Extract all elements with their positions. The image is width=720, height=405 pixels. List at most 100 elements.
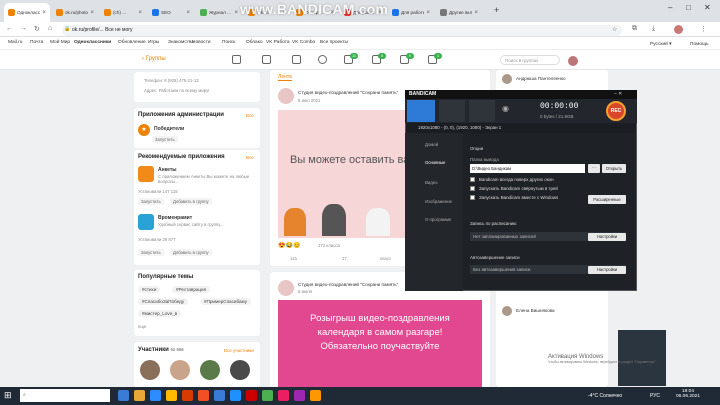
messages-icon[interactable] [232, 55, 241, 64]
app-name[interactable]: Анкеты [158, 167, 177, 173]
member-avatar[interactable] [140, 360, 160, 380]
tab[interactable]: ok.ru/photos × [52, 3, 98, 22]
bookmark-item[interactable]: Обновление [118, 40, 146, 45]
menu-icon[interactable]: ⋮ [700, 25, 707, 33]
close-icon[interactable]: ✕ [704, 3, 711, 12]
post-image[interactable]: Розыгрыш видео-поздравления календаря в … [278, 300, 482, 387]
advanced-button[interactable]: Расширенные [588, 195, 626, 204]
tab-close-icon[interactable]: × [474, 10, 478, 16]
screen-mode-icon[interactable] [407, 100, 435, 122]
rec-button[interactable]: REC [606, 101, 626, 121]
taskbar-app-icon[interactable] [166, 390, 177, 401]
taskbar-app-icon[interactable] [262, 390, 273, 401]
run-on-startup-checkbox[interactable] [470, 195, 475, 200]
app-name[interactable]: Вроменрамит [158, 215, 192, 221]
taskbar-app-icon[interactable] [118, 390, 129, 401]
bookmark-item[interactable]: Знакомства [168, 40, 194, 45]
new-tab-button[interactable]: + [494, 5, 499, 15]
tab[interactable]: Журнал ... × [196, 3, 242, 22]
tab-close-icon[interactable]: × [426, 10, 430, 16]
notifications-icon[interactable] [292, 55, 301, 64]
browse-button[interactable]: ... [588, 164, 600, 173]
game-mode-icon[interactable] [439, 100, 465, 122]
author-avatar[interactable] [278, 280, 294, 296]
taskbar-search[interactable]: ⌕ [20, 389, 110, 402]
tab-close-icon[interactable]: × [186, 10, 190, 16]
bookmark-item[interactable]: Игры [148, 40, 159, 45]
launch-button[interactable]: Запустить [152, 136, 178, 143]
schedule-settings-button[interactable]: Настройки [588, 233, 626, 241]
bandicam-close-icon[interactable]: – ✕ [614, 91, 622, 97]
forward-icon[interactable]: → [20, 25, 27, 32]
sidebar-item-about[interactable]: О программе [425, 217, 451, 222]
tab-close-icon[interactable]: × [138, 10, 142, 16]
tab[interactable]: Одноклассники× [4, 3, 50, 22]
taskbar-app-icon[interactable] [134, 390, 145, 401]
bookmark-item[interactable]: Мой Мир [50, 40, 70, 45]
start-icon[interactable]: ⊞ [4, 390, 15, 401]
sidebar-item-general[interactable]: Основные [425, 160, 445, 165]
app-name[interactable]: Победители [154, 126, 184, 132]
tab-close-icon[interactable]: × [42, 10, 46, 16]
language-select[interactable]: Русский ▾ [650, 42, 672, 47]
bookmark-item[interactable]: VK Работа [266, 40, 290, 45]
bookmark-item[interactable]: VK Combo [292, 40, 315, 45]
taskbar-app-icon[interactable] [278, 390, 289, 401]
sidebar-item-video[interactable]: Видео [425, 180, 438, 185]
friend-avatar[interactable] [502, 306, 512, 316]
profile-avatar[interactable] [674, 25, 683, 34]
taskbar-app-icon[interactable] [214, 390, 225, 401]
maximize-icon[interactable]: □ [686, 3, 691, 12]
auto-complete-settings-button[interactable]: Настройки [588, 266, 626, 274]
friend-name[interactable]: Елена Вишнякова [516, 308, 555, 313]
topics-more[interactable]: еще [138, 324, 146, 329]
tab[interactable]: SEO × [148, 3, 194, 22]
bookmark-item[interactable]: Поиск [222, 40, 235, 45]
topic-chip[interactable]: #Реставрация [172, 286, 211, 293]
launch-button[interactable]: Запустить [138, 249, 164, 256]
tab-close-icon[interactable]: × [90, 10, 94, 16]
capture-mode-text[interactable]: 1920x1080 - (0, 0), (1920, 1080) - Экран… [418, 125, 501, 130]
taskbar-app-icon[interactable] [230, 390, 241, 401]
help-link[interactable]: Помощь [690, 42, 709, 47]
friend-name[interactable]: Андрюша Пантелеенко [516, 76, 566, 81]
post-author[interactable]: Студия видео-поздравлений "Сохрани памят… [298, 90, 398, 95]
reload-icon[interactable]: ↻ [34, 25, 40, 33]
device-mode-icon[interactable] [469, 100, 495, 122]
topic-chip[interactable]: #ПримерСпасибаму [200, 298, 252, 305]
webcam-icon[interactable]: ◉ [502, 104, 509, 113]
home-icon[interactable]: ⌂ [48, 25, 52, 32]
tab[interactable]: Для работы × [388, 3, 434, 22]
taskbar-app-icon[interactable] [150, 390, 161, 401]
star-icon[interactable]: ☆ [612, 26, 617, 33]
sidebar-item-home[interactable]: Домой [425, 142, 438, 147]
bookmark-item[interactable]: Все проекты [320, 40, 348, 45]
tab-close-icon[interactable]: × [234, 10, 238, 16]
language-indicator[interactable]: РУС [650, 393, 660, 399]
admin-apps-all[interactable]: Все [246, 113, 254, 118]
weather-text[interactable]: -4°C Солнечно [588, 393, 622, 399]
shares-count[interactable]: 17 [342, 256, 347, 261]
post-author[interactable]: Студия видео-поздравлений "Сохрани памят… [298, 282, 398, 287]
taskbar-app-icon[interactable] [182, 390, 193, 401]
taskbar-app-icon[interactable] [198, 390, 209, 401]
klass-button[interactable]: класс [380, 256, 391, 261]
search-input[interactable]: Поиск в группах [500, 55, 560, 65]
always-on-top-checkbox[interactable] [470, 177, 475, 182]
add-to-group-button[interactable]: Добавить в группу [170, 198, 212, 205]
taskbar-app-icon[interactable] [310, 390, 321, 401]
clock[interactable]: 18:04 06.06.2021 [676, 389, 700, 399]
topic-chip[interactable]: #стихи [138, 286, 161, 293]
back-icon[interactable]: ← [6, 25, 13, 32]
folder-input[interactable]: D:\Видео Бандикам [470, 164, 585, 173]
sidebar-item-image[interactable]: Изображение [425, 199, 452, 204]
minimize-icon[interactable]: – [668, 3, 672, 12]
bookmark-item[interactable]: Облако [246, 40, 263, 45]
bookmark-item[interactable]: Почта [30, 40, 43, 45]
user-avatar[interactable] [568, 56, 578, 66]
extensions-icon[interactable]: ⧉ [632, 25, 637, 33]
friends-icon[interactable] [318, 55, 327, 64]
topic-chip[interactable]: #мистер_Love_в [138, 310, 182, 317]
download-icon[interactable]: ⤓ [652, 25, 655, 33]
topic-chip[interactable]: #СпасибоЗаПобеду [138, 298, 189, 305]
